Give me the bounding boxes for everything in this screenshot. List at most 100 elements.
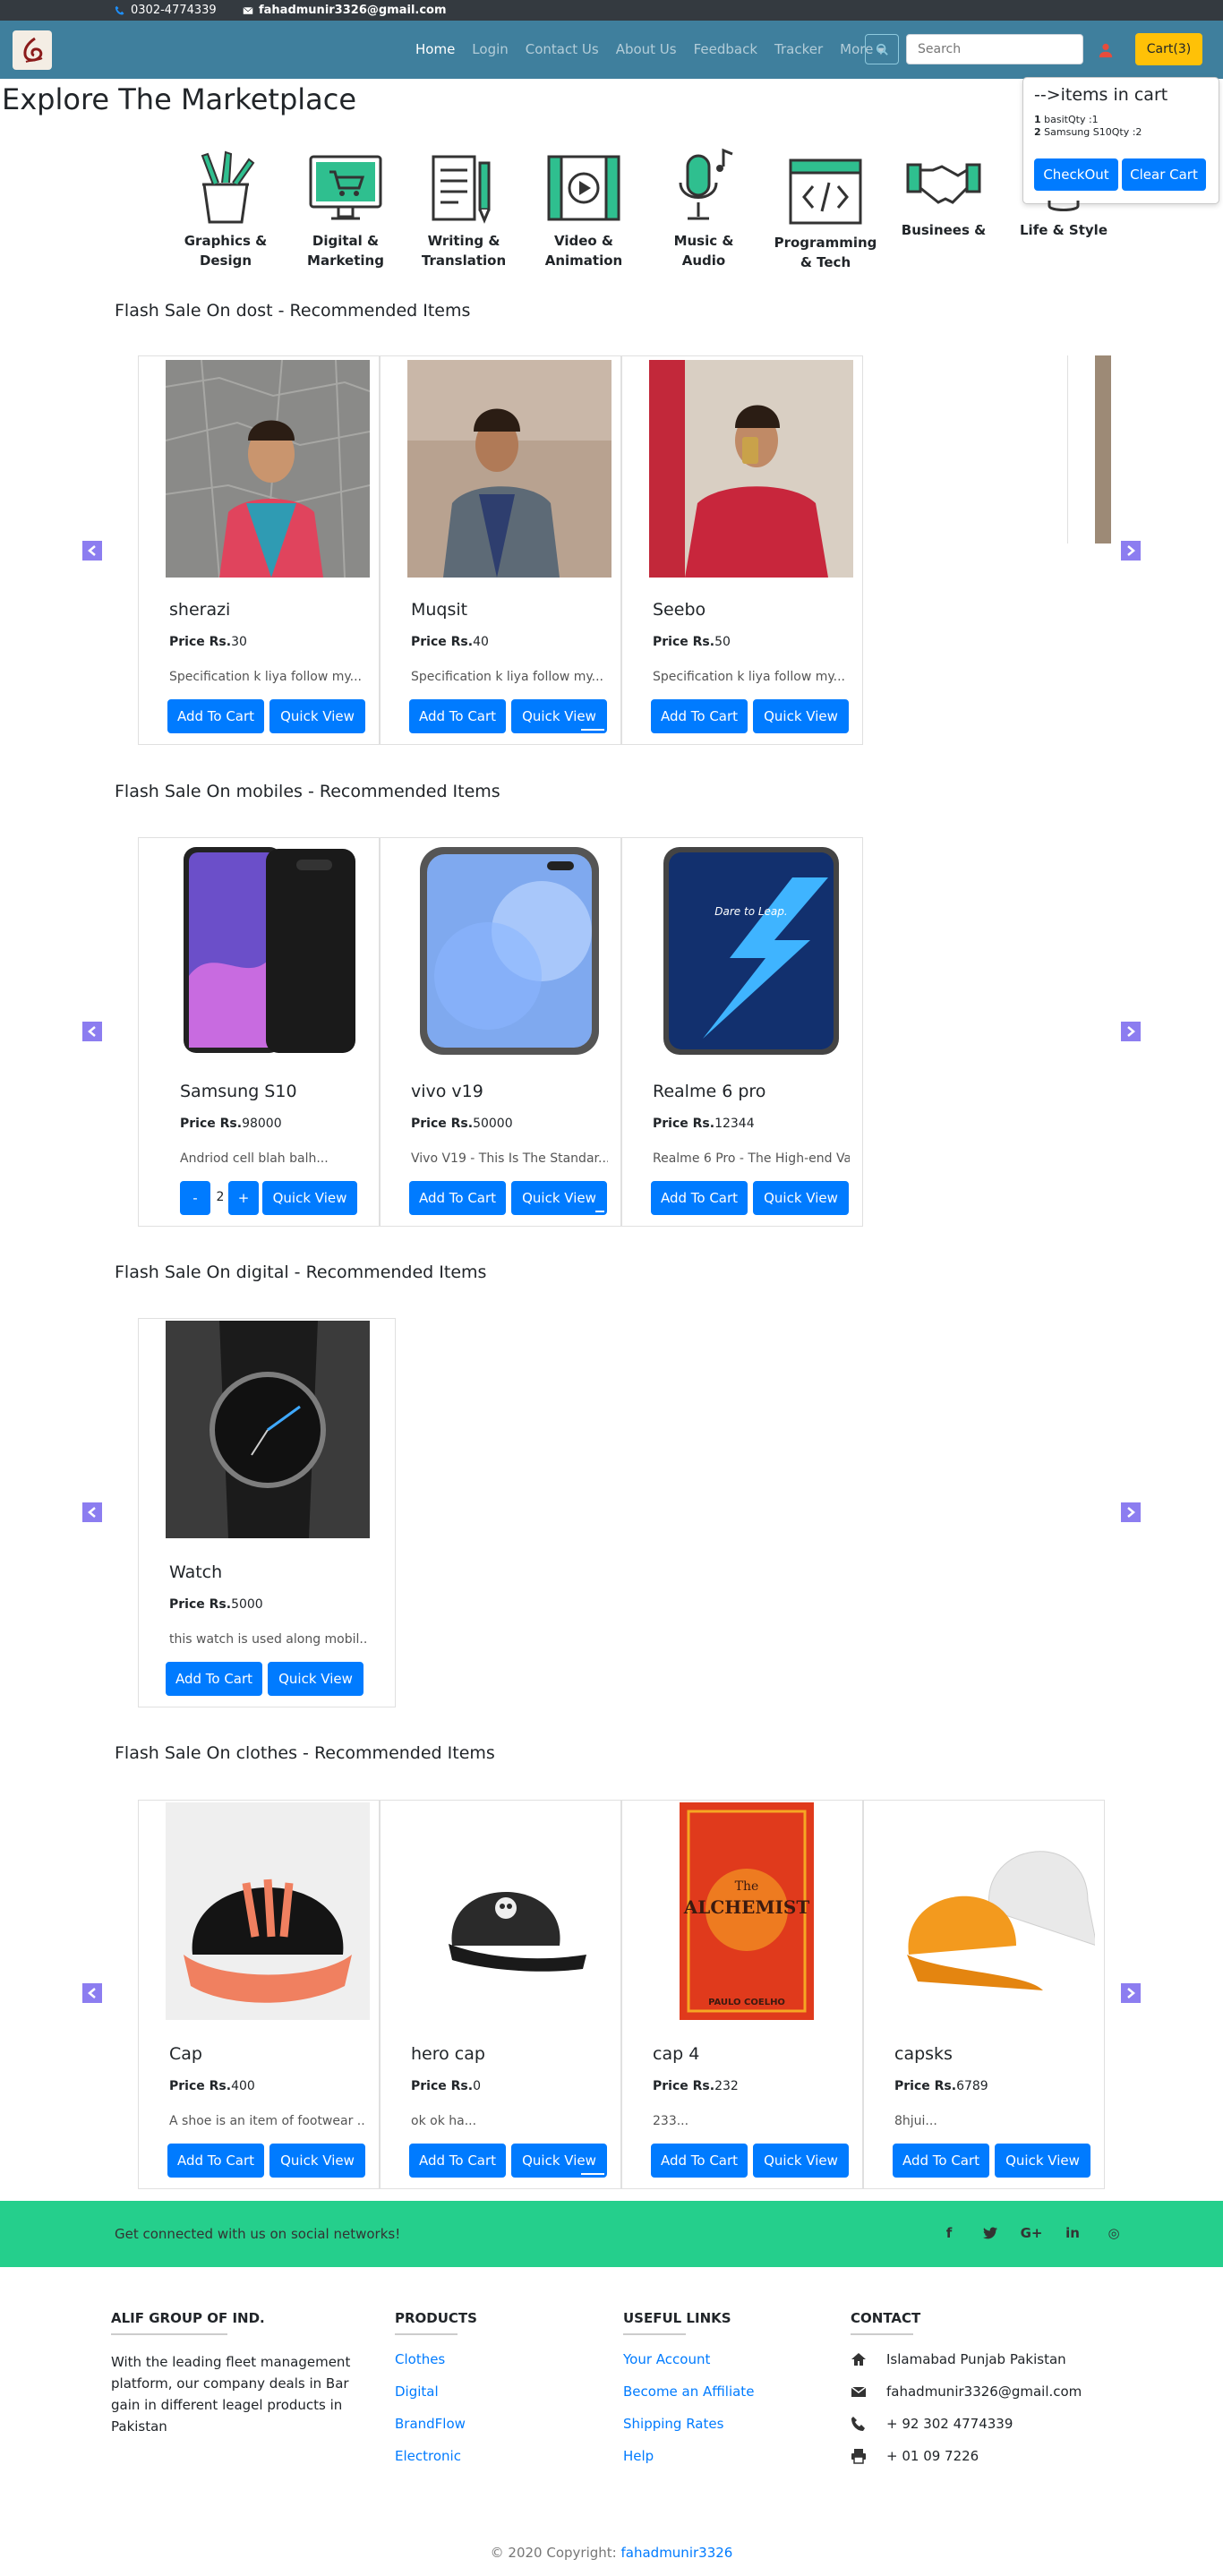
product-image[interactable] xyxy=(166,360,370,578)
phone-icon xyxy=(115,5,124,14)
quick-view-button[interactable]: Quick View xyxy=(269,699,365,733)
add-to-cart-button[interactable]: Add To Cart xyxy=(166,1662,262,1696)
carousel-prev-arrow[interactable] xyxy=(82,1022,102,1041)
footer-link-shipping[interactable]: Shipping Rates xyxy=(623,2416,754,2432)
quick-view-button[interactable]: Quick View xyxy=(511,2144,607,2178)
quick-view-button[interactable]: Quick View xyxy=(262,1181,357,1215)
quantity-decrement-button[interactable]: - xyxy=(180,1181,210,1215)
section-title: Flash Sale On digital - Recommended Item… xyxy=(115,1262,487,1282)
nav-feedback[interactable]: Feedback xyxy=(694,41,757,57)
quick-view-button[interactable]: Quick View xyxy=(511,699,607,733)
product-card: hero cap Price Rs.0 ok ok ha... Add To C… xyxy=(380,1800,621,2189)
cart-button[interactable]: Cart(3) xyxy=(1135,33,1202,65)
quick-view-button[interactable]: Quick View xyxy=(268,1662,363,1696)
quick-view-button[interactable]: Quick View xyxy=(269,2144,365,2178)
product-image[interactable] xyxy=(166,1321,370,1538)
cart-line-text: Samsung S10Qty :2 xyxy=(1044,126,1142,138)
carousel-prev-arrow[interactable] xyxy=(82,1502,102,1522)
footer-link-affiliate[interactable]: Become an Affiliate xyxy=(623,2383,754,2400)
clear-cart-button[interactable]: Clear Cart xyxy=(1122,158,1206,191)
carousel-prev-arrow[interactable] xyxy=(82,1983,102,2003)
add-to-cart-button[interactable]: Add To Cart xyxy=(651,699,748,733)
footer-link-account[interactable]: Your Account xyxy=(623,2351,754,2367)
category-digital-marketing[interactable]: Digital & Marketing xyxy=(292,154,399,270)
user-icon[interactable] xyxy=(1098,42,1114,58)
add-to-cart-button[interactable]: Add To Cart xyxy=(167,2144,264,2178)
search-button[interactable] xyxy=(865,34,899,64)
add-to-cart-button[interactable]: Add To Cart xyxy=(409,2144,506,2178)
category-programming-tech[interactable]: Programming & Tech xyxy=(772,158,879,272)
footer-link-electronic[interactable]: Electronic xyxy=(395,2448,477,2464)
instagram-icon[interactable]: ◎ xyxy=(1105,2224,1123,2242)
footer-link-clothes[interactable]: Clothes xyxy=(395,2351,477,2367)
brand-logo[interactable] xyxy=(13,30,52,70)
product-card: The ALCHEMIST PAULO COELHO cap 4 Price R… xyxy=(621,1800,863,2189)
footer-about: ALIF GROUP OF IND. With the leading flee… xyxy=(111,2310,362,2437)
checkout-button[interactable]: CheckOut xyxy=(1034,158,1118,191)
product-image[interactable] xyxy=(649,360,853,578)
footer-link-help[interactable]: Help xyxy=(623,2448,754,2464)
microphone-note-icon xyxy=(679,148,733,220)
facebook-icon[interactable]: f xyxy=(940,2224,958,2242)
nav-contact[interactable]: Contact Us xyxy=(526,41,599,57)
carousel-next-arrow[interactable] xyxy=(1121,1502,1141,1522)
carousel-next-arrow[interactable] xyxy=(1121,1022,1141,1041)
search-icon xyxy=(876,43,888,56)
product-card: Muqsit Price Rs.40 Specification k liya … xyxy=(380,355,621,745)
add-to-cart-button[interactable]: Add To Cart xyxy=(167,699,264,733)
add-to-cart-button[interactable]: Add To Cart xyxy=(409,699,506,733)
social-bar: Get connected with us on social networks… xyxy=(0,2201,1223,2267)
linkedin-icon[interactable]: in xyxy=(1064,2224,1082,2242)
product-image-edge xyxy=(1095,355,1111,543)
carousel-prev-arrow[interactable] xyxy=(82,541,102,561)
chevron-right-icon xyxy=(1127,1026,1135,1037)
carousel-next-arrow[interactable] xyxy=(1121,541,1141,561)
category-life-style[interactable]: Life & Style xyxy=(1010,201,1117,240)
code-window-icon xyxy=(789,158,862,225)
cart-line-num: 2 xyxy=(1034,126,1041,138)
add-to-cart-button[interactable]: Add To Cart xyxy=(651,2144,748,2178)
chevron-left-icon xyxy=(88,545,96,556)
nav-tracker[interactable]: Tracker xyxy=(774,41,823,57)
product-image[interactable] xyxy=(891,1802,1095,2020)
footer-link-digital[interactable]: Digital xyxy=(395,2383,477,2400)
quick-view-button[interactable]: Quick View xyxy=(753,1181,849,1215)
quick-view-button[interactable]: Quick View xyxy=(511,1181,607,1215)
google-plus-icon[interactable]: G+ xyxy=(1021,2224,1043,2242)
footer-link-brandflow[interactable]: BrandFlow xyxy=(395,2416,477,2432)
category-business[interactable]: Businees & xyxy=(890,158,997,240)
copyright-link[interactable]: fahadmunir3326 xyxy=(621,2545,733,2561)
category-writing-translation[interactable]: Writing & Translation xyxy=(410,154,517,270)
add-to-cart-button[interactable]: Add To Cart xyxy=(651,1181,748,1215)
product-image[interactable]: Dare to Leap. xyxy=(649,842,853,1059)
cart-line: 1 basitQty :1 xyxy=(1034,114,1208,126)
twitter-icon[interactable] xyxy=(981,2224,999,2242)
product-price: Price Rs.232 xyxy=(653,2079,739,2093)
carousel-next-arrow[interactable] xyxy=(1121,1983,1141,2003)
add-to-cart-button[interactable]: Add To Cart xyxy=(893,2144,989,2178)
category-graphics-design[interactable]: Graphics & Design xyxy=(172,150,279,270)
product-price: Price Rs.5000 xyxy=(169,1597,263,1612)
quick-view-button[interactable]: Quick View xyxy=(753,2144,849,2178)
product-image[interactable] xyxy=(180,842,384,1059)
product-image[interactable] xyxy=(407,842,612,1059)
product-image[interactable] xyxy=(166,1802,370,2020)
product-price: Price Rs.40 xyxy=(411,635,489,649)
quick-view-button[interactable]: Quick View xyxy=(995,2144,1090,2178)
product-card: Dare to Leap. Realme 6 pro Price Rs.1234… xyxy=(621,837,863,1227)
footer-useful-links: USEFUL LINKS Your Account Become an Affi… xyxy=(623,2310,754,2480)
quantity-increment-button[interactable]: + xyxy=(228,1181,259,1215)
nav-about[interactable]: About Us xyxy=(616,41,677,57)
product-image[interactable] xyxy=(407,360,612,578)
product-image[interactable]: The ALCHEMIST PAULO COELHO xyxy=(649,1802,853,2020)
search-input[interactable] xyxy=(906,34,1083,64)
nav-home[interactable]: Home xyxy=(415,41,455,57)
nav-login[interactable]: Login xyxy=(472,41,508,57)
add-to-cart-button[interactable]: Add To Cart xyxy=(409,1181,506,1215)
category-label: Digital & Marketing xyxy=(307,233,384,269)
product-image[interactable] xyxy=(407,1802,612,2020)
quick-view-button[interactable]: Quick View xyxy=(753,699,849,733)
category-video-animation[interactable]: Video & Animation xyxy=(530,154,637,270)
category-music-audio[interactable]: Music & Audio xyxy=(650,147,757,270)
product-price: Price Rs.98000 xyxy=(180,1117,282,1131)
